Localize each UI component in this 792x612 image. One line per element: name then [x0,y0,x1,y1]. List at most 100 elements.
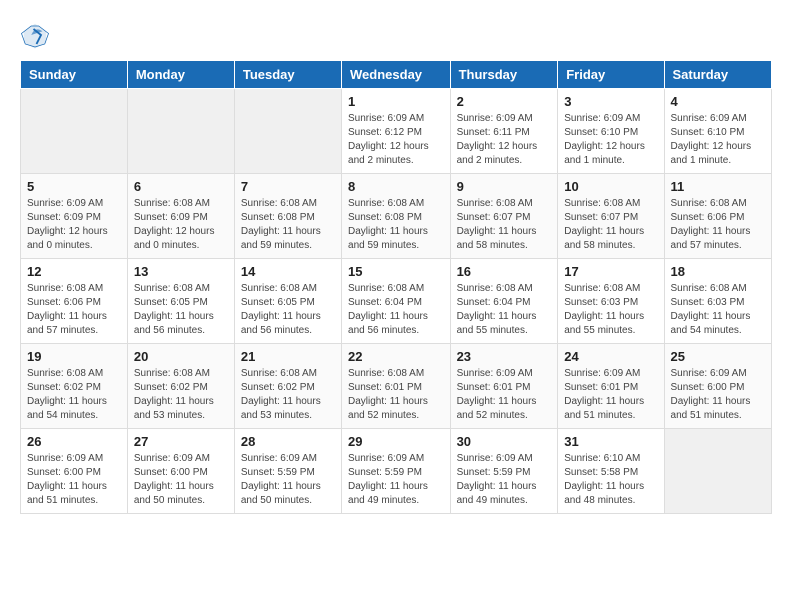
calendar-cell [21,89,128,174]
calendar-cell: 13 Sunrise: 6:08 AMSunset: 6:05 PMDayligh… [127,259,234,344]
calendar-cell: 28 Sunrise: 6:09 AMSunset: 5:59 PMDayligh… [234,429,341,514]
page-header [20,20,772,50]
day-info: Sunrise: 6:09 AMSunset: 6:00 PMDaylight:… [27,452,121,508]
calendar-cell: 9Sunrise: 6:08 AMSunset: 6:07 PMDaylight… [450,174,558,259]
day-info: Sunrise: 6:08 AMSunset: 6:08 PMDaylight:… [348,197,444,253]
day-number: 20 [134,349,228,364]
day-info: Sunrise: 6:08 AMSunset: 6:05 PMDaylight:… [241,282,335,338]
day-info: Sunrise: 6:09 AMSunset: 6:10 PMDaylight:… [564,112,657,168]
day-number: 11 [671,179,765,194]
day-info: Sunrise: 6:08 AMSunset: 6:07 PMDaylight:… [564,197,657,253]
day-number: 26 [27,434,121,449]
calendar-cell [127,89,234,174]
calendar-cell: 23Sunrise: 6:09 AMSunset: 6:01 PMDayligh… [450,344,558,429]
logo-icon [20,20,50,50]
calendar-cell: 27 Sunrise: 6:09 AMSunset: 6:00 PMDayligh… [127,429,234,514]
calendar-cell: 14 Sunrise: 6:08 AMSunset: 6:05 PMDayligh… [234,259,341,344]
day-number: 21 [241,349,335,364]
calendar-cell: 29 Sunrise: 6:09 AMSunset: 5:59 PMDayligh… [342,429,451,514]
calendar-cell: 24Sunrise: 6:09 AMSunset: 6:01 PMDayligh… [558,344,664,429]
calendar-cell: 5 Sunrise: 6:09 AMSunset: 6:09 PMDaylight… [21,174,128,259]
day-number: 10 [564,179,657,194]
day-number: 22 [348,349,444,364]
day-number: 12 [27,264,121,279]
day-info: Sunrise: 6:08 AMSunset: 6:03 PMDaylight:… [564,282,657,338]
day-info: Sunrise: 6:08 AMSunset: 6:02 PMDaylight:… [27,367,121,423]
calendar-cell: 26 Sunrise: 6:09 AMSunset: 6:00 PMDayligh… [21,429,128,514]
day-number: 28 [241,434,335,449]
calendar-table: SundayMondayTuesdayWednesdayThursdayFrid… [20,60,772,514]
day-info: Sunrise: 6:08 AMSunset: 6:08 PMDaylight:… [241,197,335,253]
day-info: Sunrise: 6:09 AMSunset: 5:59 PMDaylight:… [348,452,444,508]
day-info: Sunrise: 6:09 AMSunset: 6:00 PMDaylight:… [671,367,765,423]
column-header-monday: Monday [127,61,234,89]
calendar-cell: 21 Sunrise: 6:08 AMSunset: 6:02 PMDayligh… [234,344,341,429]
day-number: 30 [457,434,552,449]
day-number: 9 [457,179,552,194]
calendar-cell: 15Sunrise: 6:08 AMSunset: 6:04 PMDayligh… [342,259,451,344]
day-info: Sunrise: 6:09 AMSunset: 6:10 PMDaylight:… [671,112,765,168]
day-number: 17 [564,264,657,279]
calendar-cell: 3 Sunrise: 6:09 AMSunset: 6:10 PMDaylight… [558,89,664,174]
day-number: 29 [348,434,444,449]
day-info: Sunrise: 6:08 AMSunset: 6:06 PMDaylight:… [27,282,121,338]
day-number: 1 [348,94,444,109]
calendar-cell: 17 Sunrise: 6:08 AMSunset: 6:03 PMDayligh… [558,259,664,344]
day-info: Sunrise: 6:09 AMSunset: 6:00 PMDaylight:… [134,452,228,508]
day-info: Sunrise: 6:09 AMSunset: 6:01 PMDaylight:… [457,367,552,423]
calendar-cell: 16 Sunrise: 6:08 AMSunset: 6:04 PMDayligh… [450,259,558,344]
day-number: 2 [457,94,552,109]
calendar-week-row: 26 Sunrise: 6:09 AMSunset: 6:00 PMDayligh… [21,429,772,514]
calendar-cell: 22 Sunrise: 6:08 AMSunset: 6:01 PMDayligh… [342,344,451,429]
day-info: Sunrise: 6:09 AMSunset: 6:11 PMDaylight:… [457,112,552,168]
day-number: 4 [671,94,765,109]
day-info: Sunrise: 6:09 AMSunset: 5:59 PMDaylight:… [457,452,552,508]
calendar-cell: 6Sunrise: 6:08 AMSunset: 6:09 PMDaylight… [127,174,234,259]
day-number: 14 [241,264,335,279]
calendar-week-row: 5 Sunrise: 6:09 AMSunset: 6:09 PMDaylight… [21,174,772,259]
calendar-cell: 31 Sunrise: 6:10 AMSunset: 5:58 PMDayligh… [558,429,664,514]
day-info: Sunrise: 6:08 AMSunset: 6:04 PMDaylight:… [457,282,552,338]
day-number: 15 [348,264,444,279]
calendar-week-row: 19 Sunrise: 6:08 AMSunset: 6:02 PMDayligh… [21,344,772,429]
day-number: 24 [564,349,657,364]
column-header-wednesday: Wednesday [342,61,451,89]
calendar-cell: 7 Sunrise: 6:08 AMSunset: 6:08 PMDaylight… [234,174,341,259]
calendar-week-row: 1Sunrise: 6:09 AMSunset: 6:12 PMDaylight… [21,89,772,174]
calendar-cell: 1Sunrise: 6:09 AMSunset: 6:12 PMDaylight… [342,89,451,174]
day-number: 8 [348,179,444,194]
day-number: 13 [134,264,228,279]
day-number: 19 [27,349,121,364]
day-info: Sunrise: 6:08 AMSunset: 6:06 PMDaylight:… [671,197,765,253]
calendar-week-row: 12 Sunrise: 6:08 AMSunset: 6:06 PMDayligh… [21,259,772,344]
day-info: Sunrise: 6:08 AMSunset: 6:02 PMDaylight:… [134,367,228,423]
calendar-cell [664,429,771,514]
day-info: Sunrise: 6:08 AMSunset: 6:09 PMDaylight:… [134,197,228,253]
calendar-cell: 18 Sunrise: 6:08 AMSunset: 6:03 PMDayligh… [664,259,771,344]
day-number: 7 [241,179,335,194]
day-number: 5 [27,179,121,194]
day-info: Sunrise: 6:08 AMSunset: 6:05 PMDaylight:… [134,282,228,338]
logo [20,20,52,50]
calendar-cell: 25 Sunrise: 6:09 AMSunset: 6:00 PMDayligh… [664,344,771,429]
calendar-cell: 11 Sunrise: 6:08 AMSunset: 6:06 PMDayligh… [664,174,771,259]
calendar-cell: 10 Sunrise: 6:08 AMSunset: 6:07 PMDayligh… [558,174,664,259]
day-number: 3 [564,94,657,109]
day-number: 27 [134,434,228,449]
day-number: 25 [671,349,765,364]
day-number: 16 [457,264,552,279]
column-header-tuesday: Tuesday [234,61,341,89]
day-number: 31 [564,434,657,449]
day-number: 18 [671,264,765,279]
day-info: Sunrise: 6:08 AMSunset: 6:01 PMDaylight:… [348,367,444,423]
day-info: Sunrise: 6:10 AMSunset: 5:58 PMDaylight:… [564,452,657,508]
calendar-cell: 2 Sunrise: 6:09 AMSunset: 6:11 PMDaylight… [450,89,558,174]
column-header-saturday: Saturday [664,61,771,89]
calendar-cell: 20 Sunrise: 6:08 AMSunset: 6:02 PMDayligh… [127,344,234,429]
day-info: Sunrise: 6:09 AMSunset: 5:59 PMDaylight:… [241,452,335,508]
day-info: Sunrise: 6:08 AMSunset: 6:02 PMDaylight:… [241,367,335,423]
day-info: Sunrise: 6:09 AMSunset: 6:09 PMDaylight:… [27,197,121,253]
calendar-cell: 30 Sunrise: 6:09 AMSunset: 5:59 PMDayligh… [450,429,558,514]
calendar-cell: 12 Sunrise: 6:08 AMSunset: 6:06 PMDayligh… [21,259,128,344]
day-info: Sunrise: 6:08 AMSunset: 6:03 PMDaylight:… [671,282,765,338]
